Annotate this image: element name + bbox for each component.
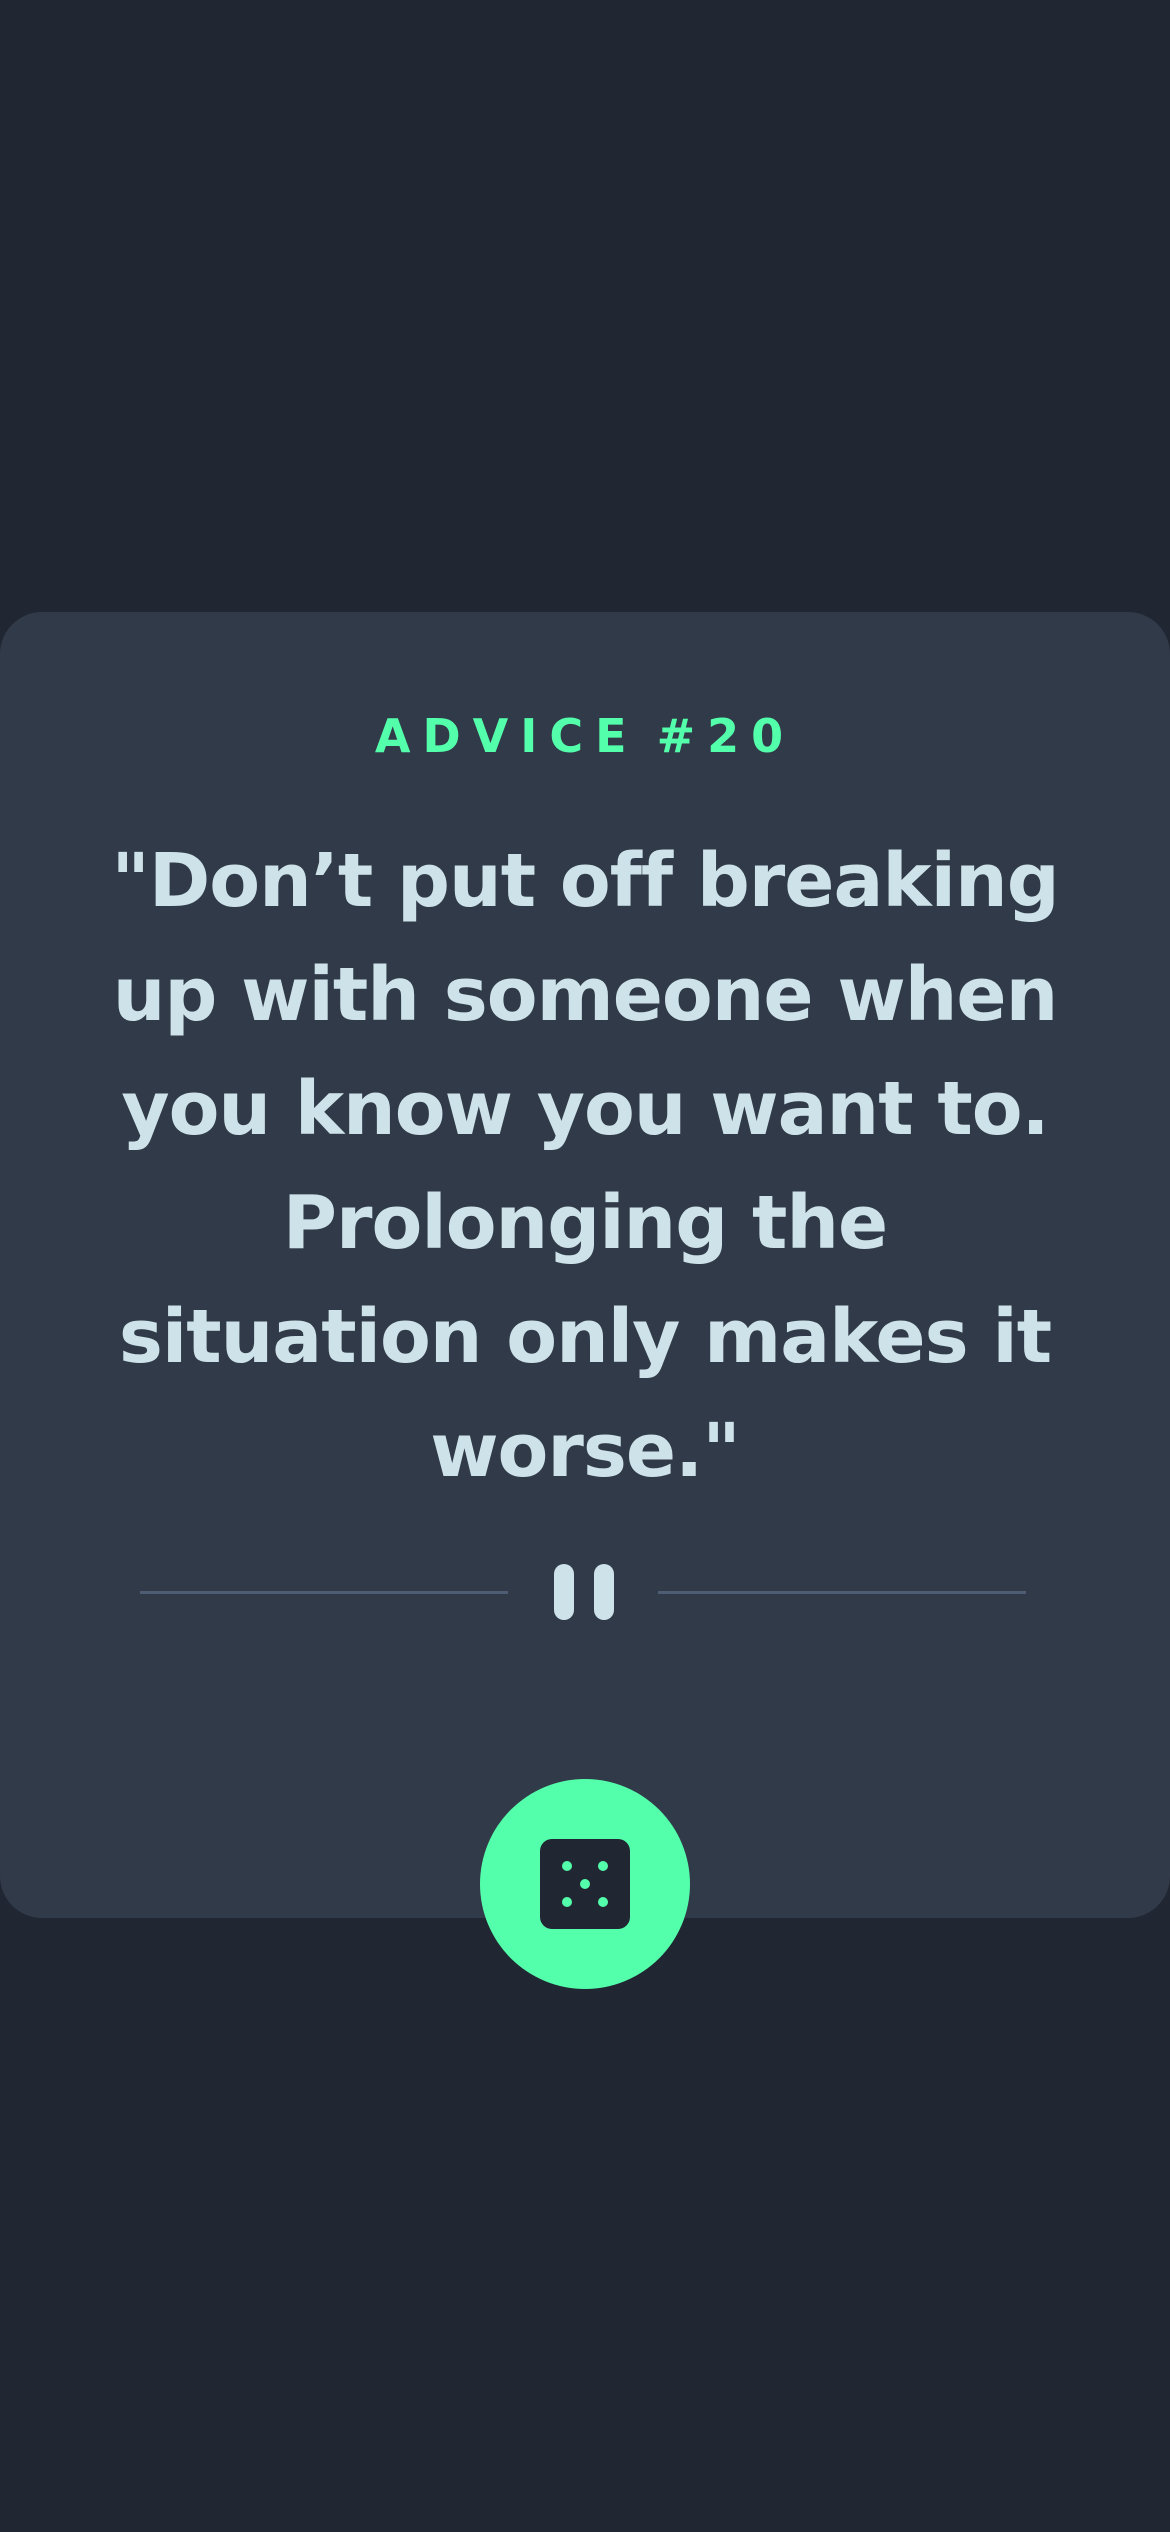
advice-card: ADVICE #20 "Don’t put off breaking up wit… (0, 612, 1170, 1918)
pattern-divider (140, 1564, 1026, 1620)
dice-icon (540, 1839, 630, 1929)
advice-heading: ADVICE #20 (0, 706, 1170, 766)
divider-line-left (140, 1591, 508, 1594)
advice-quote: "Don’t put off breaking up with someone … (111, 838, 1059, 1494)
advice-label-text: ADVICE (374, 709, 639, 763)
divider-line-right (658, 1591, 1026, 1594)
pause-icon (554, 1564, 614, 1620)
new-advice-button[interactable] (480, 1779, 690, 1989)
advice-number: #20 (656, 709, 796, 763)
